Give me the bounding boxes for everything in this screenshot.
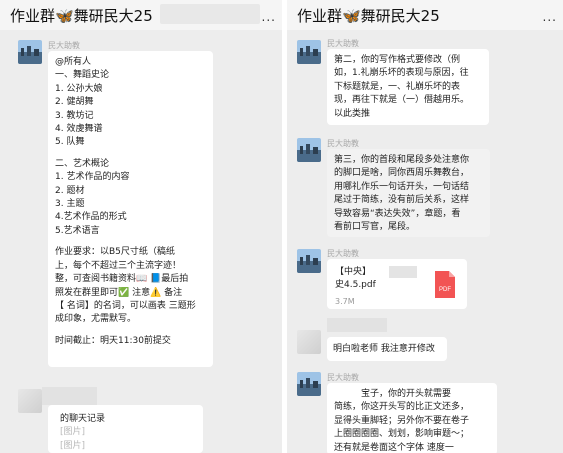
message-line: 成印象，尤需默写。 xyxy=(55,314,137,325)
chat-record-card[interactable]: 的聊天记录 [图片] [图片] xyxy=(48,405,203,453)
message-line xyxy=(55,150,206,158)
message-line: 还有就是卷面这个字体 速度一 xyxy=(334,442,454,453)
message-line: 下标题就是，一、礼崩乐坏的表 xyxy=(334,81,461,92)
avatar[interactable] xyxy=(18,40,42,64)
sender-name: 民大助教 xyxy=(327,39,359,48)
message-line: 时间截止：明天11:30前提交 xyxy=(55,335,171,346)
more-options-icon[interactable]: ... xyxy=(262,10,276,24)
chat-record-line: [图片] xyxy=(60,440,86,451)
pdf-file-icon: PDF xyxy=(435,271,455,298)
more-options-icon[interactable]: ... xyxy=(543,10,557,24)
file-message[interactable]: 【中央】 古代 史4.5.pdf PDF 3.7M xyxy=(327,259,467,309)
message-line: @所有人 xyxy=(55,57,92,67)
message-bubble[interactable]: 第二，你的写作格式要修改（例 如，1.礼崩乐坏的表现与原因，往 下标题就是，一、礼崩… xyxy=(327,49,489,125)
message-line: 显得头重脚轻；另外你不要在卷子 xyxy=(334,415,470,426)
message-line: 二、艺术概论 xyxy=(55,158,110,169)
redacted-block xyxy=(327,318,387,332)
message-bubble[interactable]: 宝子，你的开头就需要简练，你这开头写的比正文还多， 显得头重脚轻；另外你不要在卷子… xyxy=(327,383,497,453)
sender-name: 民大助教 xyxy=(327,249,359,258)
message-line: 5. 队舞 xyxy=(55,137,85,148)
message-line xyxy=(55,327,206,335)
message-line: 第二，你的写作格式要修改（例 xyxy=(334,55,461,65)
chat-header: 作业群🦋舞研民大25 ... xyxy=(0,0,282,30)
sender-name: 民大助教 xyxy=(327,373,359,382)
avatar[interactable] xyxy=(297,330,321,354)
message-line: 如，1.礼崩乐坏的表现与原因，往 xyxy=(334,68,469,79)
chat-window-right: 作业群🦋舞研民大25 ... 民大助教 第二，你的写作格式要修改（例 如，1.礼崩… xyxy=(287,0,563,453)
message-line: 整，可查阅书籍资料📖 📘最后拍 xyxy=(55,274,189,285)
message-line: 导致容易“表达失效”，章题，看 xyxy=(334,208,461,219)
message-line: 2. 题材 xyxy=(55,185,85,196)
avatar[interactable] xyxy=(297,40,321,64)
message-line: 用哪礼作乐一句话开头，一句话结 xyxy=(334,181,470,192)
message-line: 上圈圈圈圈、划划，影响审题～； xyxy=(334,429,470,440)
file-badge: PDF xyxy=(439,287,451,293)
message-line: 1. 公孙大娘 xyxy=(55,83,103,94)
sender-name: 民大助教 xyxy=(48,41,80,50)
message-line: 看前口写官，尾段。 xyxy=(334,222,416,233)
avatar[interactable] xyxy=(297,372,321,396)
message-line: 的脚口是啥，同你西周乐舞教台， xyxy=(334,168,470,179)
avatar[interactable] xyxy=(18,389,42,413)
message-bubble[interactable]: 第三，你的首段和尾段多处注意你 的脚口是啥，同你西周乐舞教台， 用哪礼作乐一句话开头… xyxy=(327,149,490,237)
file-size: 3.7M xyxy=(335,297,355,306)
message-line: 第三，你的首段和尾段多处注意你 xyxy=(334,155,470,165)
message-line: 简练，你这开头写的比正文还多， xyxy=(334,402,470,413)
avatar[interactable] xyxy=(297,138,321,162)
message-line: 现，再往下就是（一）僭越用乐。 xyxy=(334,95,470,106)
redacted-block xyxy=(389,266,417,278)
message-line: 1. 艺术作品的内容 xyxy=(55,172,130,183)
message-line: 4. 效虔舞谱 xyxy=(55,124,103,135)
message-line: 以此类推 xyxy=(334,108,371,119)
redacted-title-part xyxy=(160,4,260,24)
message-line: 3. 教坊记 xyxy=(55,110,94,121)
message-line: 上，每个不超过三个主流字迹！ xyxy=(55,260,182,271)
sender-name: 民大助教 xyxy=(327,139,359,148)
chat-window-left: 作业群🦋舞研民大25 ... 民大助教 @所有人一、舞蹈史论 1. 公孙大娘 2. … xyxy=(0,0,282,453)
message-bubble[interactable]: 明白啦老师 我注意开修改 xyxy=(327,337,447,361)
message-line: 一、舞蹈史论 xyxy=(55,70,110,81)
message-line: 3. 主题 xyxy=(55,199,85,210)
message-line: 4.艺术作品的形式 xyxy=(55,212,127,223)
message-line xyxy=(55,238,206,246)
message-line: 宝子，你的开头就需要 xyxy=(334,389,452,399)
message-line: 5.艺术语言 xyxy=(55,225,100,236)
chat-header: 作业群🦋舞研民大25 ... xyxy=(287,0,563,30)
redacted-block xyxy=(42,387,97,405)
message-line: 照发在群里即可✅ 注意⚠️ 备注 xyxy=(55,287,183,298)
message-line: 【 名词】的名词，可以画表 三题形 xyxy=(55,300,196,311)
avatar[interactable] xyxy=(297,249,321,273)
message-line: 2. 健胡舞 xyxy=(55,97,94,108)
chat-record-title: 的聊天记录 xyxy=(60,414,106,424)
message-text: 明白啦老师 我注意开修改 xyxy=(333,344,435,354)
message-line: 作业要求：以B5尺寸纸（稿纸 xyxy=(55,247,175,258)
chat-title: 作业群🦋舞研民大25 xyxy=(10,7,153,25)
message-line: 尾过于简练，没有前后关系，这样 xyxy=(334,195,470,206)
chat-record-line: [图片] xyxy=(60,427,86,438)
message-bubble[interactable]: @所有人一、舞蹈史论 1. 公孙大娘 2. 健胡舞 3. 教坊记 4. 效虔舞谱 5. 队… xyxy=(48,51,213,367)
chat-title: 作业群🦋舞研民大25 xyxy=(297,7,440,25)
